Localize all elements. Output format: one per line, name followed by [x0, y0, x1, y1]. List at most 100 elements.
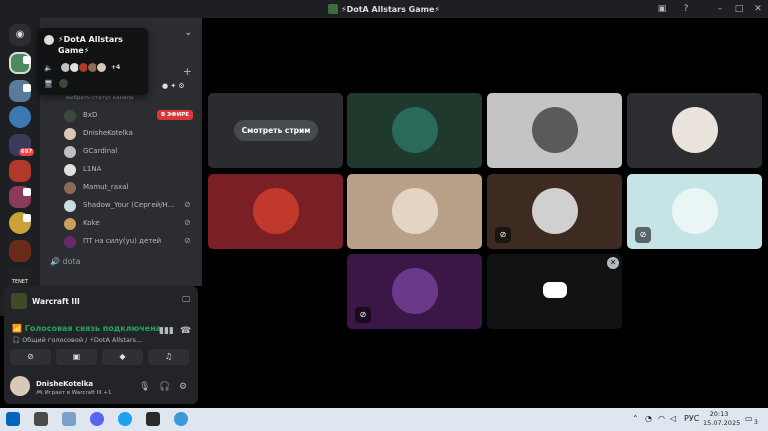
participant-tile[interactable]: [208, 174, 343, 249]
participant-tile[interactable]: ⊘: [627, 174, 762, 249]
voice-member[interactable]: Koke ⊘: [64, 217, 196, 231]
wifi-icon[interactable]: ◠: [658, 414, 665, 423]
unread-badge: 697: [19, 148, 34, 156]
screen-share-button[interactable]: ▣: [56, 349, 97, 365]
notification-icon[interactable]: ▭: [745, 414, 753, 423]
participant-tile[interactable]: ⊘: [347, 254, 482, 329]
activity-tile[interactable]: ✕: [487, 254, 622, 329]
gear-icon[interactable]: [44, 35, 54, 45]
title-bar: ⚡DotA Allstars Game⚡ ▣ ? – □ ✕: [0, 0, 768, 18]
stream-tile[interactable]: Смотреть стрим: [208, 93, 343, 168]
speaker-icon: [23, 84, 31, 92]
popup-title: ⚡DotA Allstars Game⚡: [58, 35, 123, 55]
watch-stream-button[interactable]: Смотреть стрим: [234, 120, 318, 141]
camera-toggle-button[interactable]: ⊘: [10, 349, 51, 365]
avatar: [64, 164, 76, 176]
noise-suppression-icon[interactable]: ▮▮▮: [159, 326, 174, 336]
clock-date: 15.07.2025: [703, 419, 741, 427]
participant-tile[interactable]: [627, 93, 762, 168]
clock[interactable]: 20:13 15.07.2025: [703, 410, 741, 428]
maximize-button[interactable]: □: [733, 3, 745, 15]
participant-avatar: [253, 188, 299, 234]
clock-time: 20:13: [709, 410, 729, 418]
voice-member[interactable]: Shadow_Your (Сергей/Н... ⊘: [64, 199, 196, 213]
mail-icon[interactable]: [34, 412, 48, 426]
close-window-button[interactable]: ✕: [752, 3, 764, 15]
mic-muted-icon: ⊘: [635, 227, 651, 243]
member-name: DnisheKotelka: [83, 129, 133, 137]
voice-member[interactable]: ПТ на силу(уu) детей ⊘: [64, 235, 196, 249]
participant-avatar: [532, 107, 578, 153]
language-indicator[interactable]: РУС: [684, 414, 699, 423]
voice-member[interactable]: GCardinal: [64, 145, 196, 159]
server-icon-5[interactable]: [9, 160, 31, 182]
voice-status-text: Голосовая связь подключена: [24, 324, 162, 333]
voice-member[interactable]: DnisheKotelka: [64, 127, 196, 141]
voice-user-panel: Warcraft III 🖵 📶 Голосовая связь подключ…: [4, 286, 198, 404]
member-name: ПТ на силу(уu) детей: [83, 237, 162, 245]
chevron-down-icon[interactable]: ⌄: [184, 28, 192, 38]
server-icon-tenet[interactable]: TENET: [9, 266, 31, 288]
server-popup[interactable]: ⚡DotA Allstars Game⚡ 🔈 +4 🖥: [38, 28, 148, 95]
window-title: ⚡DotA Allstars Game⚡: [340, 5, 441, 14]
voice-member[interactable]: L1NA: [64, 163, 196, 177]
soundboard-button[interactable]: ♫: [148, 349, 189, 365]
server-icon-8[interactable]: [9, 240, 31, 262]
voice-member[interactable]: Mamut_raxal: [64, 181, 196, 195]
voice-connected-status[interactable]: 📶 Голосовая связь подключена: [12, 324, 161, 333]
discord-home-icon[interactable]: ◉: [9, 24, 31, 46]
user-activity-extra: +1: [103, 390, 112, 396]
member-name: Koke: [83, 219, 100, 227]
network-icon[interactable]: ◔: [645, 414, 652, 423]
gear-icon[interactable]: ⚙: [179, 382, 187, 392]
channel-status-hint[interactable]: выбрать статус канала: [66, 95, 133, 101]
telegram-icon[interactable]: [174, 412, 188, 426]
speaker-icon: [23, 56, 31, 64]
voice-channel-path[interactable]: 🎧 Общий голосовой / ⚡DotA Allstars...: [12, 336, 142, 344]
taskbar: ⌃ ◔ ◠ ◁ РУС 20:13 15.07.2025 ▭ 3: [0, 408, 768, 431]
warcraft-icon: [11, 293, 27, 309]
mic-muted-icon: ⊘: [184, 200, 191, 209]
mic-muted-icon: ⊘: [495, 227, 511, 243]
participant-avatar: [672, 188, 718, 234]
notepad-icon[interactable]: [62, 412, 76, 426]
avatar: [64, 200, 76, 212]
notification-count: 3: [754, 419, 758, 426]
mic-muted-icon: ⊘: [355, 307, 371, 323]
window-title-row: ⚡DotA Allstars Game⚡: [0, 4, 768, 14]
volume-icon[interactable]: ◁: [670, 414, 676, 423]
windows-start-icon[interactable]: [6, 412, 20, 426]
participant-tile[interactable]: [347, 174, 482, 249]
close-icon[interactable]: ✕: [607, 257, 619, 269]
server-list: ◉ 697 TENET: [0, 18, 40, 316]
user-activity: 🎮 Играет в Warcraft III +1: [36, 390, 112, 396]
user-activity-text: Играет в Warcraft III: [44, 390, 102, 396]
microphone-icon[interactable]: 🎙: [139, 382, 150, 392]
inbox-icon[interactable]: ▣: [656, 3, 668, 15]
server-icon-3[interactable]: [9, 106, 31, 128]
speaker-icon: 🔈: [44, 64, 53, 72]
voice-channel-dota[interactable]: 🔊 dota: [50, 257, 81, 266]
edge-icon[interactable]: [118, 412, 132, 426]
server-logo-icon: [327, 4, 338, 14]
minimize-button[interactable]: –: [714, 3, 726, 15]
app-icon[interactable]: [146, 412, 160, 426]
discord-taskbar-icon[interactable]: [90, 412, 104, 426]
participant-avatar: [392, 188, 438, 234]
disconnect-icon[interactable]: ☎: [180, 326, 191, 336]
activity-button[interactable]: ◆: [102, 349, 143, 365]
avatar: [64, 236, 76, 248]
voice-channel-text: Общий голосовой / ⚡DotA Allstars...: [22, 336, 143, 344]
participant-tile[interactable]: [487, 93, 622, 168]
avatar: [64, 218, 76, 230]
add-channel-icon[interactable]: +: [183, 65, 192, 78]
participant-tile[interactable]: ⊘: [487, 174, 622, 249]
chevron-up-icon[interactable]: ⌃: [632, 414, 639, 423]
help-icon[interactable]: ?: [680, 3, 692, 15]
voice-channel-icons[interactable]: ● ✦ ⚙: [162, 82, 185, 90]
participant-tile[interactable]: [347, 93, 482, 168]
screen-share-icon[interactable]: 🖵: [182, 295, 190, 305]
user-avatar[interactable]: [10, 376, 30, 396]
mic-muted-icon: ⊘: [184, 218, 191, 227]
headphones-icon[interactable]: 🎧: [159, 382, 170, 392]
